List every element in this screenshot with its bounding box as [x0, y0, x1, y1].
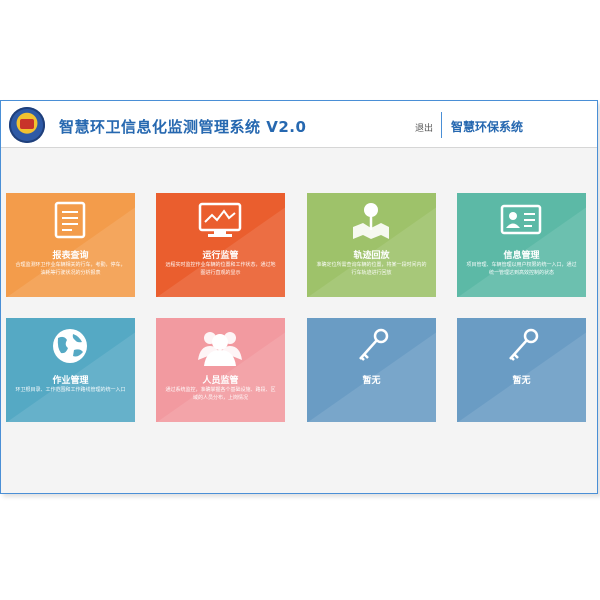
app-window: 智慧环卫信息化监测管理系统 V2.0 退出 智慧环保系统 报表查询 合理监测环卫… [0, 100, 598, 494]
page-title: 智慧环卫信息化监测管理系统 V2.0 [59, 118, 307, 136]
header: 智慧环卫信息化监测管理系统 V2.0 退出 智慧环保系统 [1, 101, 597, 148]
tile-operation-monitor[interactable]: 运行监管 远程实时监控作业车辆的位置和工作状态，通过地图进行直观的显示 [156, 193, 285, 297]
tile-personnel-monitor[interactable]: 人员监管 通过系统监控，准确掌握各个基础设施、路段、区域的人员分布，上岗情况 [156, 318, 285, 422]
key-icon [509, 328, 539, 361]
tile-placeholder[interactable]: 暂无 [457, 318, 586, 422]
tile-description: 项目管理、车辆管理以用户权限的统一入口，通过统一管理达到高效控制的状态 [466, 262, 577, 276]
tile-title: 轨迹回放 [353, 251, 390, 261]
key-icon [359, 328, 389, 361]
tile-track-playback[interactable]: 轨迹回放 准确定位所需查询车辆的位置，将某一段时间内的行车轨迹进行回放 [307, 193, 436, 297]
tile-title: 暂无 [512, 376, 531, 386]
logout-link[interactable]: 退出 [415, 121, 433, 134]
tile-placeholder[interactable]: 暂无 [307, 318, 436, 422]
tile-report-query[interactable]: 报表查询 合理监测环卫作业车辆相关的行车，考勤，停车，油耗等行驶状况的分析报表 [6, 193, 135, 297]
tile-description: 合理监测环卫作业车辆相关的行车，考勤，停车，油耗等行驶状况的分析报表 [15, 262, 126, 276]
map-pin-icon [353, 203, 389, 239]
system-name: 智慧环保系统 [451, 120, 524, 134]
tile-description: 准确定位所需查询车辆的位置，将某一段时间内的行车轨迹进行回放 [316, 262, 427, 276]
globe-icon [53, 329, 87, 363]
app-logo [9, 107, 45, 143]
tile-description: 环卫根目录、工作范围和工作路线管理的统一入口 [15, 387, 126, 393]
monitor-chart-icon [198, 202, 242, 237]
id-card-icon [500, 204, 542, 235]
tile-info-management[interactable]: 信息管理 项目管理、车辆管理以用户权限的统一入口，通过统一管理达到高效控制的状态 [457, 193, 586, 297]
tile-title: 作业管理 [52, 376, 89, 386]
tile-work-management[interactable]: 作业管理 环卫根目录、工作范围和工作路线管理的统一入口 [6, 318, 135, 422]
tile-title: 报表查询 [52, 251, 89, 261]
tile-title: 运行监管 [202, 251, 239, 261]
header-divider [441, 112, 442, 138]
tile-description: 远程实时监控作业车辆的位置和工作状态，通过地图进行直观的显示 [165, 262, 276, 276]
people-icon [198, 332, 242, 366]
tile-description: 通过系统监控，准确掌握各个基础设施、路段、区域的人员分布，上岗情况 [165, 387, 276, 401]
tile-title: 暂无 [362, 376, 381, 386]
document-icon [54, 201, 86, 239]
tile-title: 人员监管 [202, 376, 239, 386]
tile-title: 信息管理 [503, 251, 540, 261]
